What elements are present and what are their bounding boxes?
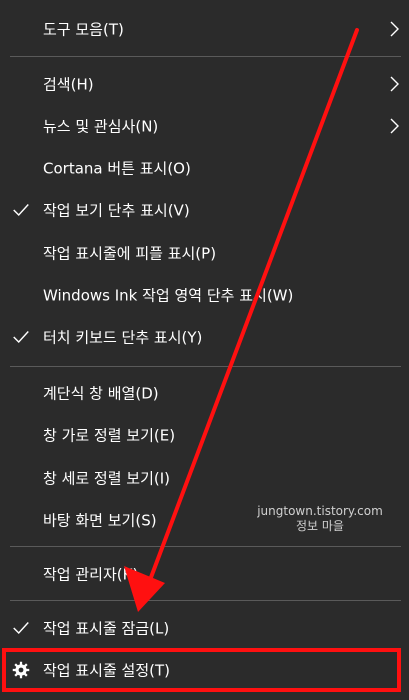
menu-item-toolbars[interactable]: 도구 모음(T) [0,8,409,50]
menu-item-show-people[interactable]: 작업 표시줄에 피플 표시(P) [0,232,409,274]
watermark-url: jungtown.tistory.com [257,504,383,518]
menu-item-label: 뉴스 및 관심사(N) [43,117,159,136]
watermark-caption: 정보 마을 [296,519,344,533]
menu-separator [10,546,401,547]
menu-item-label: 작업 관리자(K) [43,565,139,584]
menu-item-show-cortana-button[interactable]: Cortana 버튼 표시(O) [0,147,409,189]
menu-item-label: 창 세로 정렬 보기(I) [43,469,171,488]
menu-item-label: Windows Ink 작업 영역 단추 표시(W) [43,286,294,305]
menu-item-label: 작업 표시줄 잠금(L) [43,619,170,638]
menu-separator [10,366,401,367]
taskbar-context-menu: 도구 모음(T) 검색(H) 뉴스 및 관심사(N) Cortana 버튼 표시… [0,0,409,700]
menu-item-label: 계단식 창 배열(D) [43,384,159,403]
chevron-right-icon [390,76,399,92]
menu-item-show-windows-stacked[interactable]: 창 가로 정렬 보기(E) [0,414,409,456]
menu-item-task-manager[interactable]: 작업 관리자(K) [0,553,409,595]
menu-item-label: 작업 보기 단추 표시(V) [43,201,190,220]
checkmark-icon [10,617,32,639]
chevron-right-icon [390,118,399,134]
menu-item-news-and-interests[interactable]: 뉴스 및 관심사(N) [0,105,409,147]
menu-item-label: 바탕 화면 보기(S) [43,511,157,530]
menu-separator [10,600,401,601]
menu-item-label: 작업 표시줄에 피플 표시(P) [43,244,217,263]
menu-item-cascade-windows[interactable]: 계단식 창 배열(D) [0,372,409,414]
menu-item-show-task-view-button[interactable]: 작업 보기 단추 표시(V) [0,189,409,231]
menu-item-label: 터치 키보드 단추 표시(Y) [43,328,203,347]
menu-item-search[interactable]: 검색(H) [0,63,409,105]
chevron-right-icon [390,21,399,37]
menu-item-label: 창 가로 정렬 보기(E) [43,426,176,445]
menu-item-lock-taskbar[interactable]: 작업 표시줄 잠금(L) [0,607,409,649]
menu-separator [10,56,401,57]
checkmark-icon [10,199,32,221]
menu-item-label: 검색(H) [43,75,94,94]
checkmark-icon [10,326,32,348]
menu-item-show-windows-ink-button[interactable]: Windows Ink 작업 영역 단추 표시(W) [0,274,409,316]
annotation-highlight-box [2,648,401,692]
watermark: jungtown.tistory.com 정보 마을 [250,504,390,534]
menu-item-label: 도구 모음(T) [43,20,124,39]
menu-item-show-touch-keyboard-button[interactable]: 터치 키보드 단추 표시(Y) [0,316,409,358]
menu-item-show-windows-side-by-side[interactable]: 창 세로 정렬 보기(I) [0,457,409,499]
menu-item-label: Cortana 버튼 표시(O) [43,159,191,178]
